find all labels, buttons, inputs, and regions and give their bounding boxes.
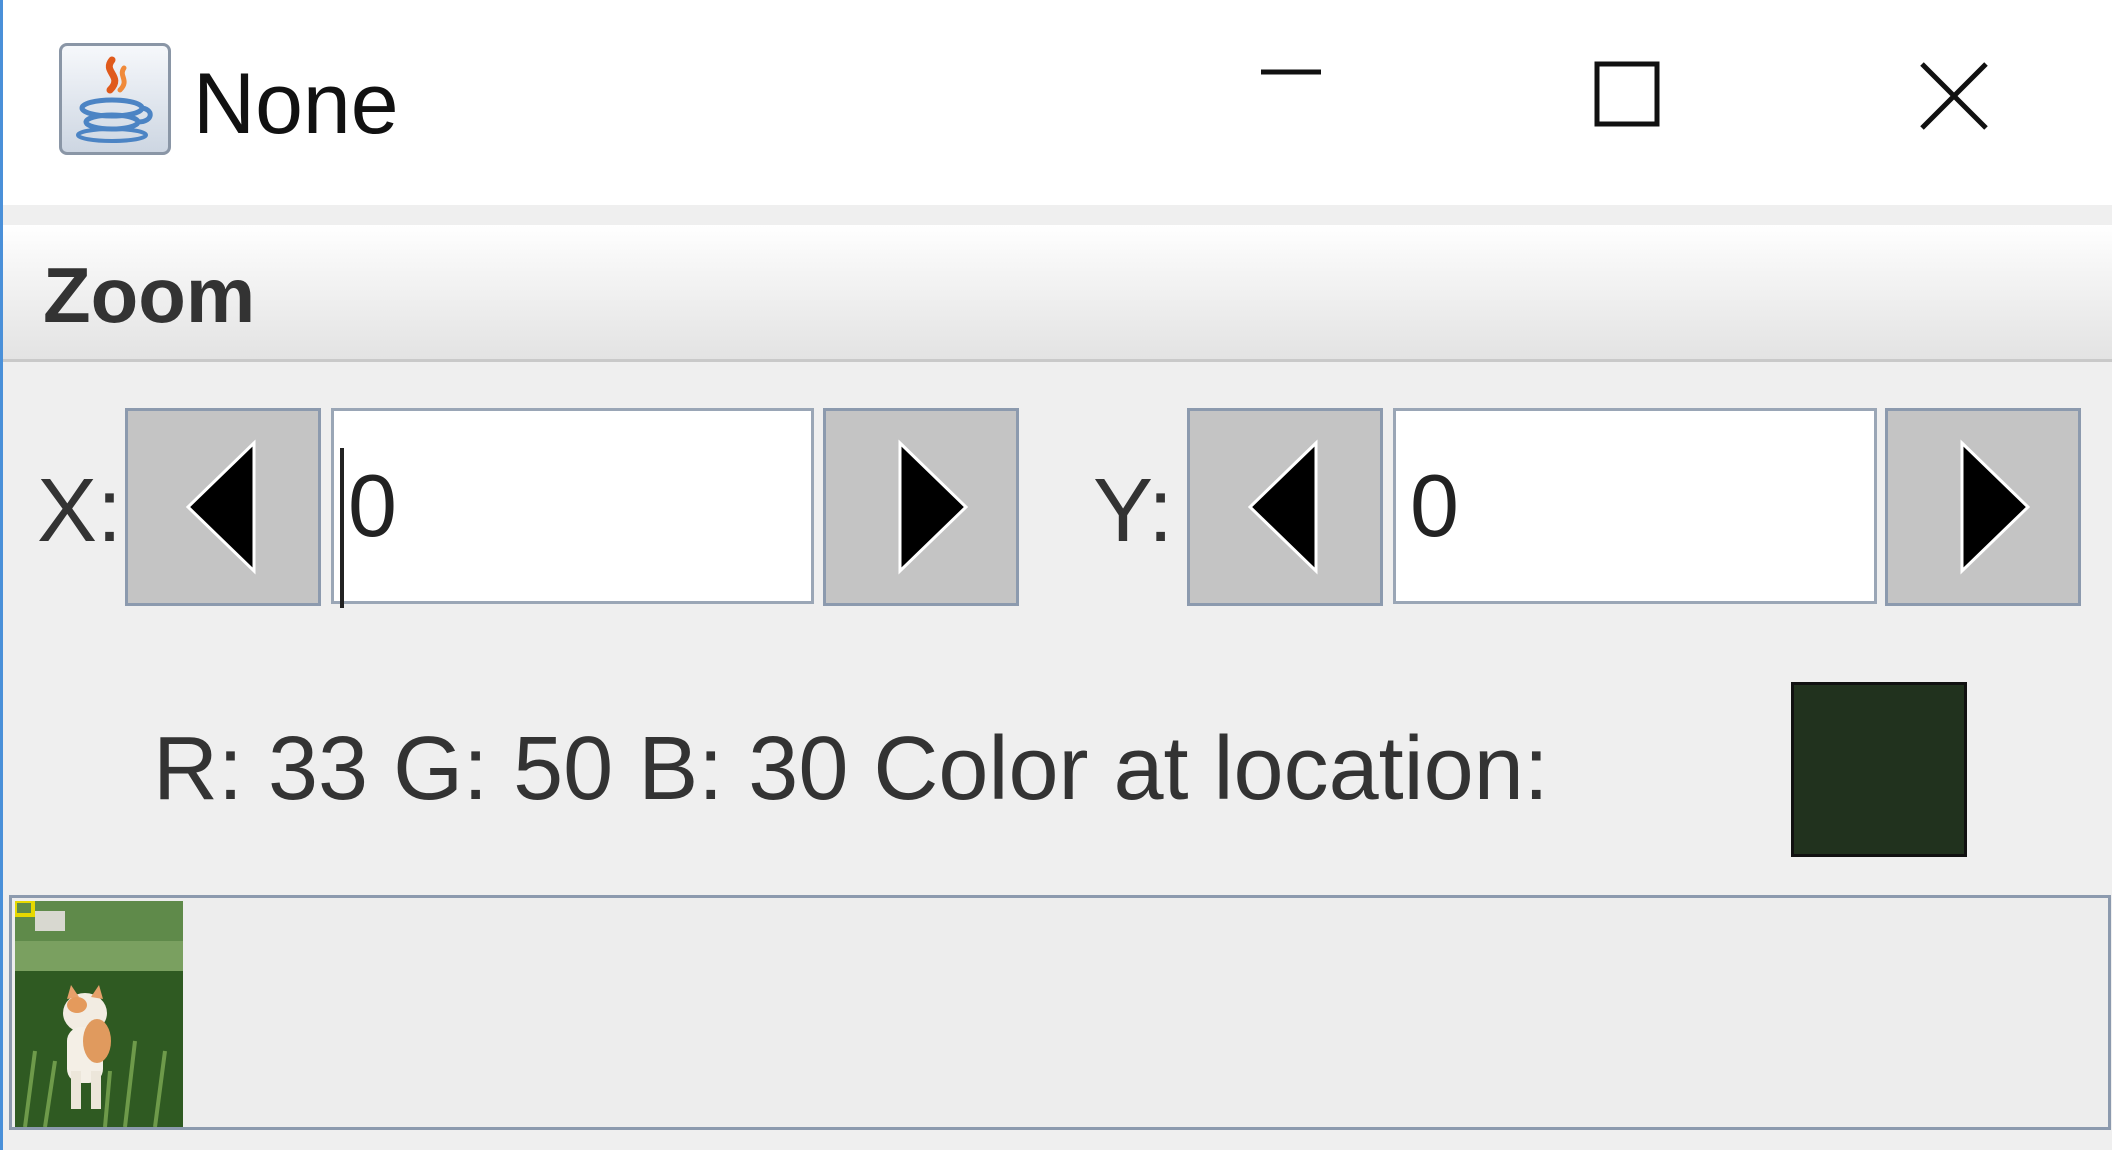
cat-in-grass-image[interactable] [15, 901, 183, 1127]
image-panel[interactable] [9, 895, 2111, 1130]
maximize-button[interactable] [1573, 40, 1693, 160]
menu-bar: Zoom [3, 225, 2112, 362]
triangle-right-icon [898, 439, 969, 575]
color-readout-label: R: 33 G: 50 B: 30 Color at location: [153, 719, 1549, 819]
x-label: X: [37, 461, 123, 561]
maximize-icon [1594, 61, 1660, 127]
app-window: None Zoom X: 0 Y: 0 R: 33 G: 50 B: 30 Co… [0, 0, 2112, 1150]
y-decrement-button[interactable] [1187, 408, 1383, 606]
y-label: Y: [1093, 461, 1174, 561]
close-button[interactable] [1898, 40, 2018, 160]
y-increment-button[interactable] [1885, 408, 2081, 606]
window-title: None [193, 56, 399, 152]
java-icon[interactable] [59, 43, 171, 155]
triangle-right-icon [1960, 439, 2031, 575]
minimize-button[interactable] [1248, 40, 1368, 160]
text-caret [340, 448, 344, 608]
menu-item-zoom[interactable]: Zoom [43, 250, 255, 341]
minimize-icon [1261, 69, 1321, 75]
x-decrement-button[interactable] [125, 408, 321, 606]
close-icon [1920, 62, 1988, 130]
triangle-left-icon [1247, 439, 1318, 575]
x-increment-button[interactable] [823, 408, 1019, 606]
color-swatch [1791, 682, 1967, 857]
x-coordinate-input[interactable] [331, 408, 814, 604]
title-bar[interactable]: None [3, 0, 2112, 205]
triangle-left-icon [185, 439, 256, 575]
y-coordinate-input[interactable] [1393, 408, 1877, 604]
